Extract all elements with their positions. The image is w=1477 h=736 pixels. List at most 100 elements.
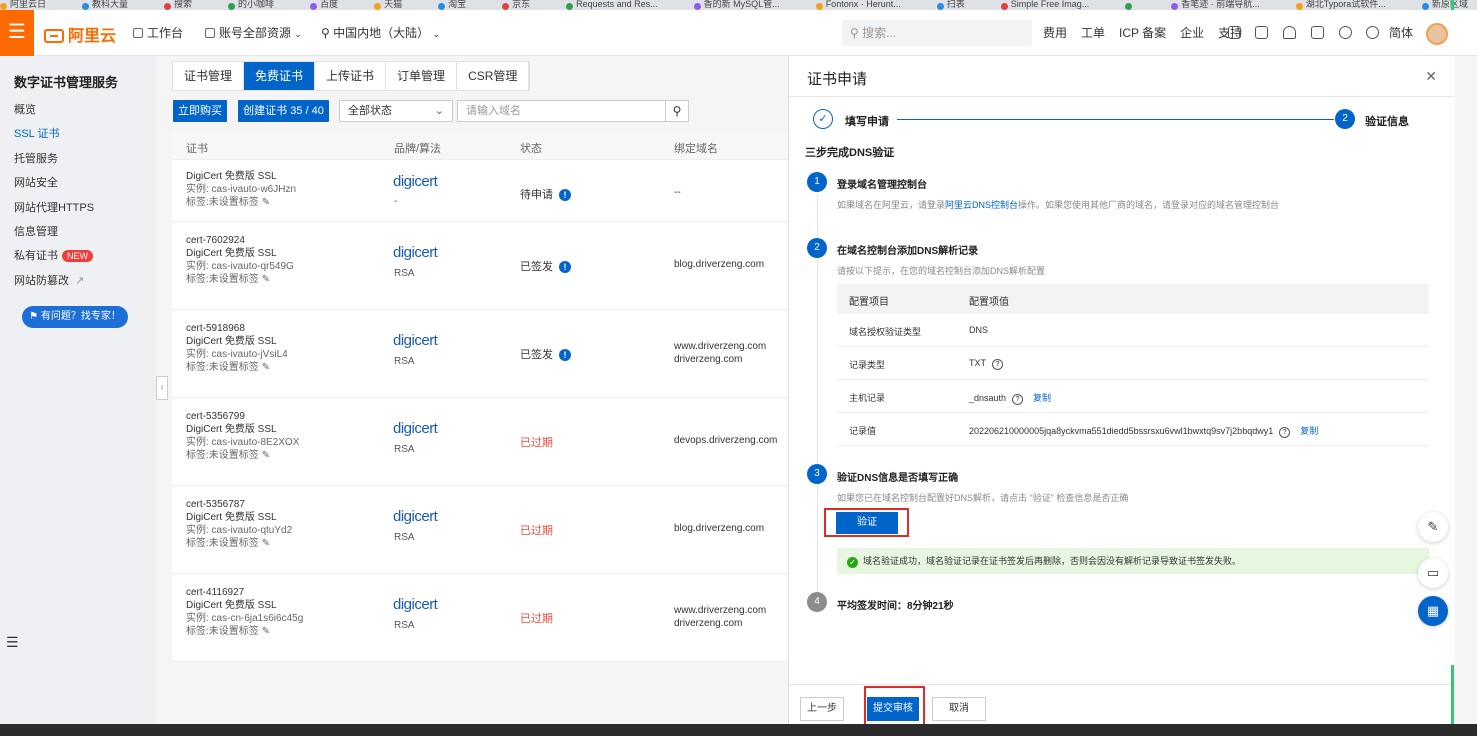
status-badge: 已过期 <box>520 434 553 450</box>
bookmark-item[interactable]: 淘宝 <box>438 0 484 10</box>
sidebar-item[interactable]: SSL 证书 <box>14 125 59 141</box>
bookmark-item[interactable]: 百度 <box>310 0 356 10</box>
bookmark-item[interactable]: 湖北Typora试软件... <box>1295 0 1404 10</box>
sidebar-item[interactable]: 托管服务 <box>14 150 58 166</box>
config-value-text: DNS <box>969 325 989 335</box>
status-select[interactable]: 全部状态 ⌄ <box>339 100 453 122</box>
cert-instance[interactable]: 实例: cas-ivauto-qtuYd2 <box>186 524 292 537</box>
bookmark-item[interactable]: Requests and Res... <box>566 0 676 10</box>
bookmark-item[interactable]: 新原区域 <box>1421 0 1477 10</box>
bookmark-item[interactable]: 阿里云日 <box>0 0 64 10</box>
cert-instance[interactable]: 实例: cas-ivauto-8E2XOX <box>186 436 299 449</box>
config-value-text: TXT <box>969 358 986 368</box>
bookmark-favicon-icon <box>936 3 944 10</box>
bookmark-item[interactable]: 搜索 <box>164 0 210 10</box>
hamburger-menu-icon[interactable]: ☰ <box>0 10 34 56</box>
cert-name[interactable]: cert-5356799 <box>186 410 299 423</box>
avatar[interactable] <box>1426 23 1448 45</box>
cert-tag[interactable]: 标签:未设置标签 ✎ <box>186 273 294 286</box>
resources-dropdown[interactable]: 账号全部资源 ⌄ <box>205 24 302 41</box>
cert-apply-drawer: 证书申请 ✕ ✓ 填写申请 2 验证信息 三步完成DNS验证 1 登录域名管理控… <box>788 56 1456 736</box>
top-link[interactable]: 工单 <box>1081 26 1105 40</box>
copy-link[interactable]: 复制 <box>1033 393 1051 403</box>
top-link[interactable]: ICP 备案 <box>1119 26 1166 40</box>
top-link[interactable]: 企业 <box>1180 26 1204 40</box>
tab-item[interactable]: CSR管理 <box>457 62 530 90</box>
dns-console-link[interactable]: 阿里云DNS控制台 <box>945 200 1018 210</box>
config-key: 主机记录 <box>849 393 886 403</box>
bookmark-item[interactable]: 香笔迹 · 前端导航... <box>1171 0 1278 10</box>
tab-item[interactable]: 证书管理 <box>173 62 245 90</box>
new-badge: NEW <box>62 250 93 262</box>
feedback-icon[interactable]: ▭ <box>1418 558 1448 588</box>
sidebar-item[interactable]: 概览 <box>14 101 36 117</box>
cert-tag[interactable]: 标签:未设置标签 ✎ <box>186 196 296 209</box>
cert-tag-label: 标签:未设置标签 <box>186 274 259 285</box>
cert-name[interactable]: cert-7602924 <box>186 234 294 247</box>
bookmark-item[interactable]: 京东 <box>502 0 548 10</box>
terminal-icon[interactable] <box>1255 26 1268 39</box>
calendar-icon[interactable] <box>1228 26 1241 39</box>
domain-search-input[interactable]: 请输入域名 <box>457 100 689 122</box>
location-pin-icon[interactable] <box>1339 26 1352 39</box>
copy-link[interactable]: 复制 <box>1300 426 1318 436</box>
cert-name[interactable]: cert-5918968 <box>186 322 288 335</box>
cert-tag[interactable]: 标签:未设置标签 ✎ <box>186 361 288 374</box>
cert-instance[interactable]: 实例: cas-ivauto-jVsiL4 <box>186 348 288 361</box>
bookmark-item[interactable]: Simple Free Imag... <box>1000 0 1108 10</box>
bookmark-item[interactable] <box>1125 0 1153 10</box>
sidebar-item[interactable]: 信息管理 <box>14 223 58 239</box>
cert-instance[interactable]: 实例: cas-ivauto-qr549G <box>186 260 294 273</box>
tab-item[interactable]: 订单管理 <box>386 62 458 90</box>
tab-item[interactable]: 免费证书 <box>244 62 316 90</box>
apps-grid-icon[interactable]: ▦ <box>1418 596 1448 626</box>
sidebar-item[interactable]: 网站代理HTTPS <box>14 199 94 215</box>
menu-list-icon[interactable]: ☰ <box>6 634 22 650</box>
bookmark-item[interactable]: 扫表 <box>936 0 983 10</box>
bound-domains: www.driverzeng.com driverzeng.com <box>674 604 766 630</box>
bell-icon[interactable] <box>1283 26 1296 39</box>
edit-icon[interactable]: ✎ <box>1418 512 1448 542</box>
close-icon[interactable]: ✕ <box>1425 68 1437 85</box>
sidebar-item[interactable]: 私有证书 NEW <box>14 247 93 263</box>
cert-tag[interactable]: 标签:未设置标签 ✎ <box>186 537 292 550</box>
global-search-input[interactable]: ⚲ 搜索... <box>842 20 1032 46</box>
language-switch[interactable]: 简体 <box>1389 24 1413 41</box>
cert-tag-label: 标签:未设置标签 <box>186 538 259 549</box>
sidebar-item[interactable]: 网站安全 <box>14 174 58 190</box>
cancel-button[interactable]: 取消 <box>932 697 986 721</box>
create-cert-button[interactable]: 创建证书 35 / 40 <box>238 100 329 122</box>
bookmark-item[interactable]: 教科大量 <box>82 0 146 10</box>
cart-icon[interactable] <box>1311 26 1324 39</box>
workbench-link[interactable]: 工作台 <box>133 24 183 41</box>
sidebar-item[interactable]: 网站防篡改 ↗ <box>14 272 84 288</box>
cert-tag[interactable]: 标签:未设置标签 ✎ <box>186 625 303 638</box>
collapse-sidebar-button[interactable]: ‹ <box>156 376 168 400</box>
cert-instance[interactable]: 实例: cas-cn-6ja1s6i6c45g <box>186 612 303 625</box>
help-icon[interactable] <box>1366 26 1379 39</box>
search-button[interactable]: ⚲ <box>665 100 689 122</box>
help-circle-icon[interactable]: ? <box>992 359 1003 370</box>
tab-item[interactable]: 上传证书 <box>315 62 387 90</box>
help-circle-icon[interactable]: ? <box>1279 427 1291 438</box>
bookmark-item[interactable]: Fontonx · Herunt... <box>815 0 919 10</box>
cert-name[interactable]: cert-4116927 <box>186 586 303 599</box>
top-link[interactable]: 费用 <box>1043 26 1067 40</box>
bookmark-item[interactable]: 天猫 <box>374 0 420 10</box>
info-icon[interactable]: ! <box>559 349 571 361</box>
info-icon[interactable]: ! <box>559 261 571 273</box>
bookmark-item[interactable]: 的小咖啡 <box>228 0 292 10</box>
region-dropdown[interactable]: ⚲ 中国内地（大陆） ⌄ <box>321 24 440 41</box>
help-expert-button[interactable]: ⚑ 有问题？找专家！ <box>22 306 128 328</box>
cert-tag[interactable]: 标签:未设置标签 ✎ <box>186 449 299 462</box>
bookmark-item[interactable]: 香的新 MySQL管... <box>693 0 798 10</box>
prev-button[interactable]: 上一步 <box>800 697 844 721</box>
buy-now-button[interactable]: 立即购买 <box>173 100 227 122</box>
status-badge: 已过期 <box>520 522 553 538</box>
help-circle-icon[interactable]: ? <box>1012 394 1024 405</box>
cert-name[interactable]: cert-5356787 <box>186 498 292 511</box>
info-icon[interactable]: ! <box>559 189 571 201</box>
aliyun-logo[interactable]: 阿里云 <box>44 22 116 46</box>
cert-instance[interactable]: 实例: cas-ivauto-w6JHzn <box>186 183 296 196</box>
bound-domains: devops.driverzeng.com <box>674 434 777 447</box>
